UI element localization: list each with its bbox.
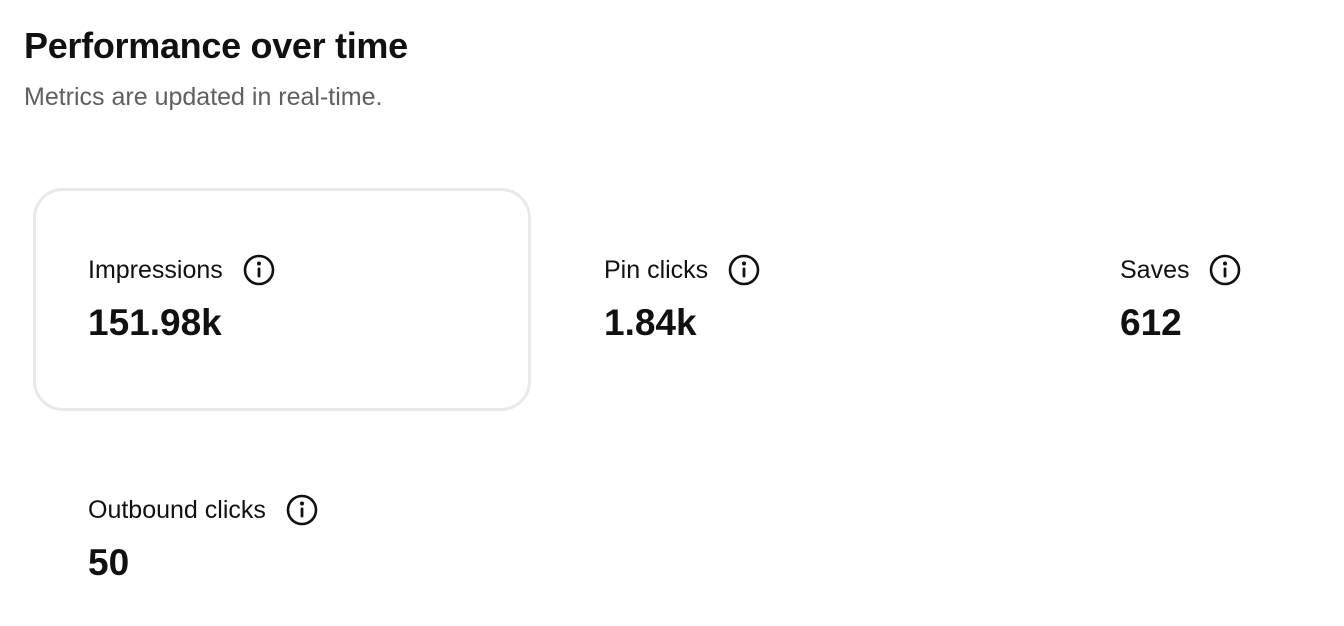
metric-card-pin-clicks[interactable]: Pin clicks 1.84k [549, 188, 1047, 411]
info-icon[interactable] [242, 253, 276, 287]
metric-label: Saves [1120, 256, 1190, 284]
metric-card-impressions[interactable]: Impressions 151.98k [33, 188, 531, 411]
metric-header: Pin clicks [604, 253, 1044, 287]
metric-header: Outbound clicks [88, 493, 528, 527]
metric-header: Saves [1120, 253, 1338, 287]
info-icon[interactable] [285, 493, 319, 527]
info-icon[interactable] [727, 253, 761, 287]
page-subtitle: Metrics are updated in real-time. [24, 83, 383, 111]
metric-label: Outbound clicks [88, 496, 266, 524]
metric-card-outbound-clicks[interactable]: Outbound clicks 50 [33, 428, 531, 626]
metric-value: 1.84k [604, 302, 697, 343]
metric-label: Impressions [88, 256, 223, 284]
metric-value: 50 [88, 542, 130, 583]
metric-card-saves[interactable]: Saves 612 [1065, 188, 1341, 411]
info-icon[interactable] [1208, 253, 1242, 287]
metric-label: Pin clicks [604, 256, 709, 284]
metric-value: 612 [1120, 302, 1182, 343]
metric-header: Impressions [88, 253, 528, 287]
metric-value: 151.98k [88, 302, 222, 343]
page-title: Performance over time [24, 25, 408, 66]
